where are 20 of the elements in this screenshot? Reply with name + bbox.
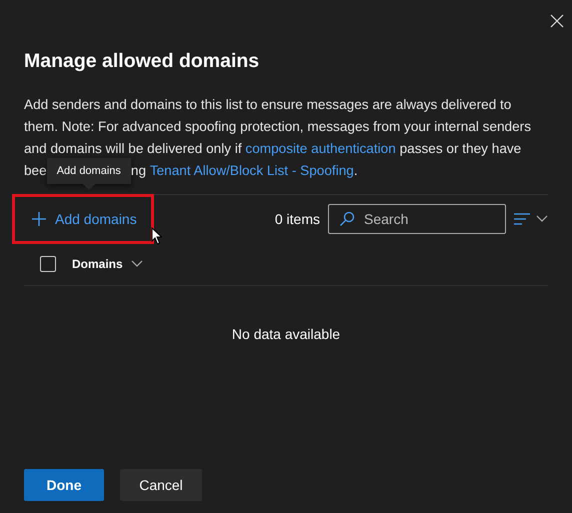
close-icon[interactable] — [550, 14, 564, 28]
dialog-title: Manage allowed domains — [24, 49, 260, 74]
done-button[interactable]: Done — [24, 469, 104, 501]
tooltip: Add domains — [46, 158, 131, 184]
column-header[interactable]: Domains — [72, 257, 143, 271]
search-field[interactable]: Search — [328, 204, 506, 234]
chevron-icon — [130, 260, 143, 268]
description-fragment: bee — [24, 162, 47, 180]
link[interactable]: Tenant Allow/Block List - Spoofing — [150, 160, 354, 182]
cancel-button[interactable]: Cancel — [120, 469, 202, 501]
search-icon — [339, 211, 355, 227]
select-all-checkbox[interactable] — [40, 256, 56, 272]
plus-icon — [31, 211, 47, 227]
empty-message: No data available — [230, 326, 342, 342]
link[interactable]: composite authentication — [245, 141, 396, 156]
item-count: 0 items — [274, 211, 320, 227]
cursor-icon — [150, 227, 163, 245]
tooltip-arrow-icon — [82, 184, 95, 190]
description-fragment: ng — [130, 162, 148, 180]
description-fragment: . — [354, 162, 358, 180]
